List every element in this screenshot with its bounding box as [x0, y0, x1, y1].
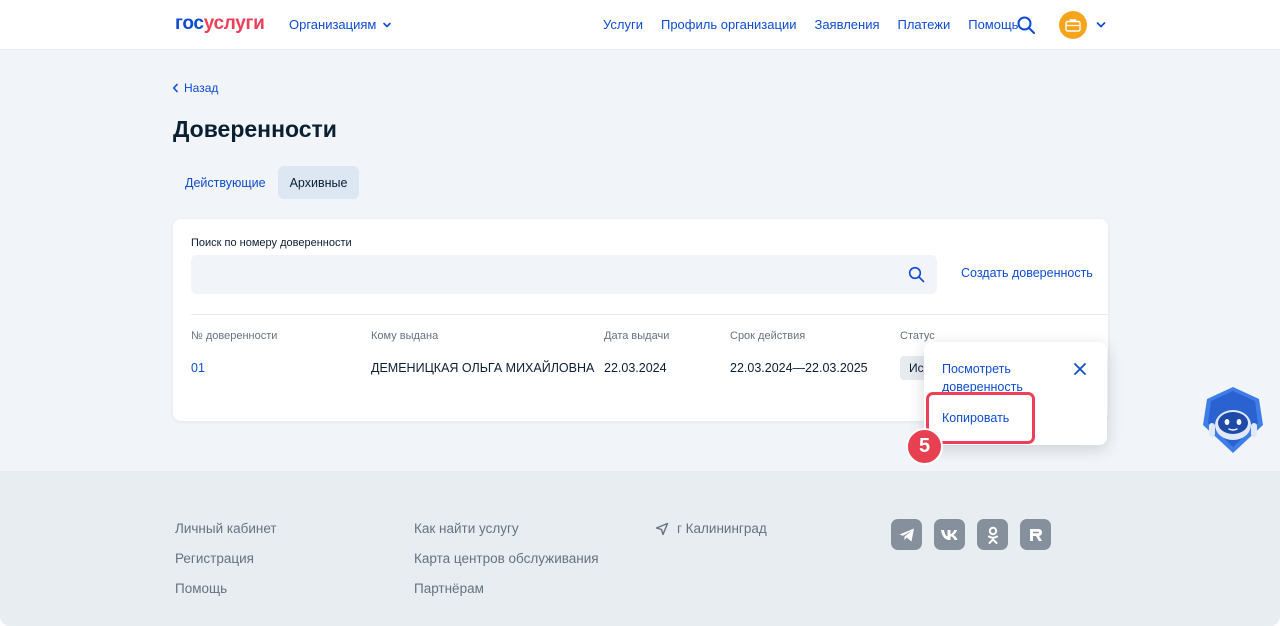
footer-column-2: Как найти услугу Карта центров обслужива… — [414, 521, 599, 598]
footer-link-help[interactable]: Помощь — [175, 581, 277, 598]
briefcase-icon — [1065, 19, 1081, 32]
social-links — [891, 519, 1051, 550]
nav-services[interactable]: Услуги — [603, 17, 643, 32]
telegram-icon[interactable] — [891, 519, 922, 550]
footer-column-1: Личный кабинет Регистрация Помощь — [175, 521, 277, 598]
search-input-icon[interactable] — [908, 266, 925, 283]
assistant-robot-icon[interactable] — [1201, 385, 1265, 455]
organizations-menu-label: Организациям — [289, 17, 377, 32]
vk-icon[interactable] — [934, 519, 965, 550]
search-field — [191, 255, 937, 294]
nav-org-profile[interactable]: Профиль организации — [661, 17, 796, 32]
nav-payments[interactable]: Платежи — [898, 17, 951, 32]
nav-help[interactable]: Помощь — [968, 17, 1018, 32]
search-input[interactable] — [191, 255, 937, 294]
footer-link-registration[interactable]: Регистрация — [175, 551, 277, 568]
step-number-badge: 5 — [906, 428, 943, 465]
column-header-number: № доверенности — [191, 330, 278, 342]
column-header-validity: Срок действия — [730, 330, 806, 342]
search-icon[interactable] — [1016, 15, 1036, 35]
column-header-issued-to: Кому выдана — [371, 330, 439, 342]
row-issue-date: 22.03.2024 — [604, 361, 667, 375]
tabs: Действующие Архивные — [173, 166, 360, 199]
footer-link-partners[interactable]: Партнёрам — [414, 581, 599, 598]
footer-link-cabinet[interactable]: Личный кабинет — [175, 521, 277, 538]
footer: Личный кабинет Регистрация Помощь Как на… — [0, 471, 1280, 626]
step-highlight-frame — [926, 392, 1035, 444]
close-icon[interactable] — [1073, 362, 1087, 376]
top-header: госуслуги Организациям Услуги Профиль ор… — [0, 0, 1280, 50]
search-label: Поиск по номеру доверенности — [191, 237, 352, 249]
create-power-of-attorney-link[interactable]: Создать доверенность — [961, 266, 1093, 280]
back-label: Назад — [184, 81, 219, 95]
column-header-status: Статус — [900, 330, 935, 342]
rutube-icon[interactable] — [1020, 519, 1051, 550]
chevron-down-icon — [383, 22, 392, 28]
row-number-link[interactable]: 01 — [191, 361, 205, 375]
column-header-issue-date: Дата выдачи — [604, 330, 670, 342]
location-arrow-icon — [655, 522, 669, 535]
main-nav: Услуги Профиль организации Заявления Пла… — [603, 17, 1018, 32]
divider — [191, 314, 1108, 315]
avatar[interactable] — [1059, 11, 1087, 39]
gosuslugi-logo[interactable]: госуслуги — [175, 13, 265, 35]
page-title: Доверенности — [173, 116, 337, 142]
city-selector[interactable]: г Калининград — [655, 521, 767, 536]
back-link[interactable]: Назад — [172, 81, 218, 95]
row-validity: 22.03.2024—22.03.2025 — [730, 361, 868, 375]
odnoklassniki-icon[interactable] — [977, 519, 1008, 550]
chevron-left-icon — [172, 83, 178, 93]
view-power-of-attorney-item[interactable]: Посмотреть доверенность — [942, 360, 1052, 396]
tab-active[interactable]: Действующие — [173, 166, 278, 199]
tab-archive[interactable]: Архивные — [277, 166, 360, 199]
organizations-menu[interactable]: Организациям — [289, 17, 392, 32]
city-label: г Калининград — [677, 521, 767, 536]
page: госуслуги Организациям Услуги Профиль ор… — [0, 0, 1280, 626]
nav-applications[interactable]: Заявления — [814, 17, 879, 32]
row-issued-to: ДЕМЕНИЦКАЯ ОЛЬГА МИХАЙЛОВНА — [371, 361, 595, 375]
footer-link-service-centers-map[interactable]: Карта центров обслуживания — [414, 551, 599, 568]
profile-chevron-down-icon[interactable] — [1095, 19, 1107, 31]
footer-link-find-service[interactable]: Как найти услугу — [414, 521, 599, 538]
